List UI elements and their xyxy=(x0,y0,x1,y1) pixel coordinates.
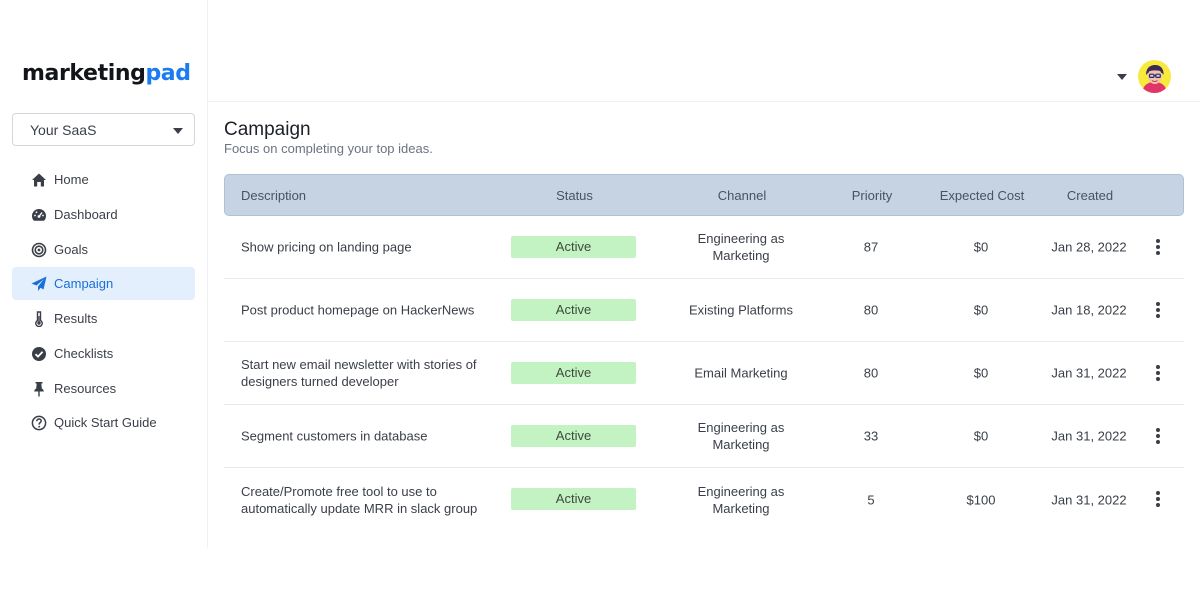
column-header-priority[interactable]: Priority xyxy=(832,188,912,203)
avatar[interactable] xyxy=(1138,60,1171,93)
column-header-expected-cost[interactable]: Expected Cost xyxy=(922,188,1042,203)
page-subtitle: Focus on completing your top ideas. xyxy=(224,141,433,156)
sidebar-item-campaign[interactable]: Campaign xyxy=(12,267,195,301)
workspace-select[interactable]: Your SaaS xyxy=(12,113,195,146)
row-created: Jan 28, 2022 xyxy=(1051,239,1127,255)
row-expected-cost: $0 xyxy=(973,428,989,444)
status-badge: Active xyxy=(511,299,636,321)
sidebar-item-label: Checklists xyxy=(54,345,114,361)
more-options-icon[interactable] xyxy=(1153,239,1163,257)
avatar-image xyxy=(1138,60,1171,93)
sidebar-item-label: Campaign xyxy=(54,276,114,292)
home-icon xyxy=(32,173,46,187)
sidebar-item-home[interactable]: Home xyxy=(12,163,195,196)
paper-plane-icon xyxy=(31,276,47,292)
row-description: Start new email newsletter with stories … xyxy=(241,357,477,389)
row-created: Jan 18, 2022 xyxy=(1051,302,1127,318)
row-expected-cost: $0 xyxy=(973,302,989,318)
column-header-channel[interactable]: Channel xyxy=(682,188,802,203)
row-description: Create/Promote free tool to use to autom… xyxy=(241,483,478,516)
brand-logo[interactable]: marketingpad xyxy=(22,61,191,86)
more-options-icon[interactable] xyxy=(1153,365,1163,383)
table-row[interactable]: Create/Promote free tool to use to autom… xyxy=(224,468,1184,531)
column-header-status[interactable]: Status xyxy=(512,188,637,203)
row-channel: Engineering as Marketing xyxy=(697,420,785,452)
column-header-description[interactable]: Description xyxy=(241,188,306,203)
row-channel: Existing Platforms xyxy=(688,302,794,318)
row-priority: 80 xyxy=(863,365,879,381)
dashboard-icon xyxy=(32,208,46,221)
sidebar-item-label: Home xyxy=(54,172,89,187)
sidebar-item-checklists[interactable]: Checklists xyxy=(12,337,195,370)
more-options-icon[interactable] xyxy=(1153,302,1163,320)
sidebar-item-label: Results xyxy=(54,311,98,326)
sidebar: marketingpad Your SaaS Home Dashboard Go… xyxy=(0,0,208,548)
user-menu-chevron-down-icon[interactable] xyxy=(1117,74,1127,80)
target-icon xyxy=(31,242,47,257)
table-row[interactable]: Show pricing on landing page Active Engi… xyxy=(224,216,1184,279)
status-badge: Active xyxy=(511,236,636,258)
row-created: Jan 31, 2022 xyxy=(1051,492,1127,507)
table-row[interactable]: Start new email newsletter with stories … xyxy=(224,342,1184,405)
sidebar-item-quick-start-guide[interactable]: Quick Start Guide xyxy=(12,406,195,439)
row-expected-cost: $0 xyxy=(973,239,989,255)
row-channel: Email Marketing xyxy=(694,365,788,381)
chevron-down-icon xyxy=(173,128,183,134)
column-header-created[interactable]: Created xyxy=(1050,188,1130,203)
row-expected-cost: $100 xyxy=(966,492,996,507)
sidebar-item-label: Dashboard xyxy=(54,206,118,222)
page-title: Campaign xyxy=(224,119,311,140)
row-channel: Engineering as Marketing xyxy=(697,231,785,263)
row-created: Jan 31, 2022 xyxy=(1051,428,1127,444)
sidebar-item-resources[interactable]: Resources xyxy=(12,372,195,405)
row-description: Show pricing on landing page xyxy=(241,239,412,255)
campaign-table: Description Status Channel Priority Expe… xyxy=(224,174,1184,531)
table-row[interactable]: Segment customers in database Active Eng… xyxy=(224,405,1184,468)
top-bar xyxy=(208,0,1200,102)
row-priority: 33 xyxy=(863,428,879,444)
row-channel: Engineering as Marketing xyxy=(697,483,785,516)
table-header: Description Status Channel Priority Expe… xyxy=(224,174,1184,216)
row-priority: 80 xyxy=(863,302,879,318)
row-description: Segment customers in database xyxy=(241,428,428,444)
workspace-select-value: Your SaaS xyxy=(30,122,97,138)
sidebar-item-results[interactable]: Results xyxy=(12,302,195,335)
table-row[interactable]: Post product homepage on HackerNews Acti… xyxy=(224,279,1184,342)
row-created: Jan 31, 2022 xyxy=(1051,365,1127,381)
question-circle-icon xyxy=(31,415,47,431)
more-options-icon[interactable] xyxy=(1153,491,1163,509)
sidebar-item-label: Goals xyxy=(54,241,88,257)
sidebar-item-label: Quick Start Guide xyxy=(54,415,157,431)
sidebar-item-goals[interactable]: Goals xyxy=(12,233,195,266)
status-badge: Active xyxy=(511,425,636,447)
row-expected-cost: $0 xyxy=(973,365,989,381)
row-description: Post product homepage on HackerNews xyxy=(241,302,475,318)
sidebar-item-dashboard[interactable]: Dashboard xyxy=(12,198,195,231)
sidebar-nav: Home Dashboard Goals Campaign Results Ch… xyxy=(12,163,195,441)
thermometer-icon xyxy=(35,311,43,327)
pin-icon xyxy=(34,381,44,396)
row-priority: 5 xyxy=(867,492,875,507)
check-circle-icon xyxy=(32,346,46,361)
more-options-icon[interactable] xyxy=(1153,428,1163,446)
sidebar-item-label: Resources xyxy=(54,380,117,396)
brand-logo-part1: marketing xyxy=(22,61,146,86)
row-priority: 87 xyxy=(863,239,879,255)
status-badge: Active xyxy=(511,362,636,384)
brand-logo-part2: pad xyxy=(145,61,191,86)
status-badge: Active xyxy=(511,488,636,510)
